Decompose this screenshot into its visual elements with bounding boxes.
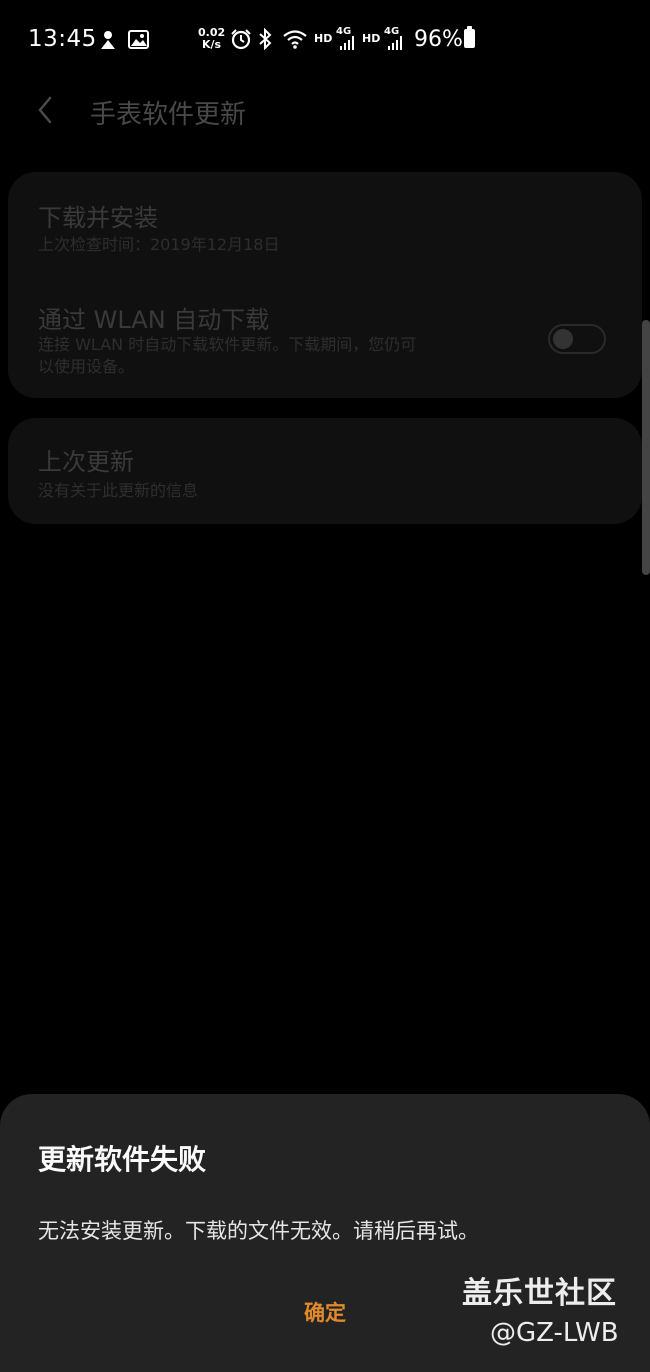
last-update-desc: 没有关于此更新的信息 [38,481,199,500]
last-update-title: 上次更新 [38,448,134,476]
download-install-row[interactable]: 下载并安装 上次检查时间：2019年12月18日 [8,172,642,272]
network-speed-unit: K/s [202,38,222,51]
dialog-title: 更新软件失败 [38,1143,207,1176]
auto-download-row[interactable]: 通过 WLAN 自动下载 连接 WLAN 时自动下载软件更新。下载期间，您仍可 … [8,282,642,398]
update-settings-card: 下载并安装 上次检查时间：2019年12月18日 通过 WLAN 自动下载 连接… [8,172,642,398]
status-bar: 13:45 0.02 K/s HD 4G HD 4G 96% [0,0,650,80]
network-hd-label-2: HD [362,32,381,45]
chevron-left-icon [38,96,52,124]
confirm-button[interactable]: 确定 [275,1292,375,1332]
scrollbar[interactable] [642,320,650,575]
status-time: 13:45 [28,26,97,52]
back-button[interactable] [30,94,70,126]
last-update-card[interactable]: 上次更新 没有关于此更新的信息 [8,418,642,524]
dialog-message: 无法安装更新。下载的文件无效。请稍后再试。 [38,1219,479,1243]
network-speed: 0.02 K/s [198,27,225,51]
watermark-handle: @GZ-LWB [490,1318,619,1348]
toggle-knob [553,329,573,349]
watermark-text: 盖乐世社区 [462,1276,617,1311]
last-check-time: 上次检查时间：2019年12月18日 [38,235,280,254]
auto-download-desc-line2: 以使用设备。 [38,357,135,376]
battery-percent: 96% [414,27,463,52]
download-install-title: 下载并安装 [38,204,158,232]
signal-icon [387,33,403,55]
wifi-icon [282,28,308,54]
signal-icon [339,33,355,55]
battery-icon [464,26,475,48]
network-hd-label-1: HD [314,32,333,45]
image-icon [128,30,149,53]
auto-download-toggle[interactable] [548,324,606,354]
weather-icon [98,29,118,55]
app-header: 手表软件更新 [0,80,650,140]
auto-download-desc-line1: 连接 WLAN 时自动下载软件更新。下载期间，您仍可 [38,335,417,354]
page-title: 手表软件更新 [90,100,247,130]
auto-download-title: 通过 WLAN 自动下载 [38,306,270,334]
bluetooth-icon [258,27,272,54]
alarm-icon [230,29,252,54]
